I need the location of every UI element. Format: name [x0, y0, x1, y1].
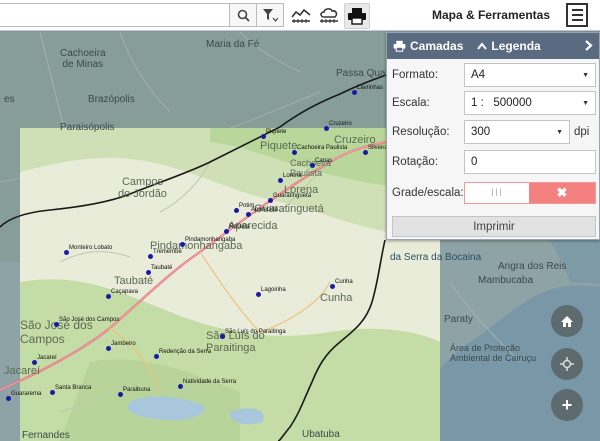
city-label: Guaratinguetá — [273, 193, 312, 199]
print-icon — [348, 8, 366, 25]
dropdown-caret-icon: ▼ — [556, 129, 563, 136]
grid-toggle-off[interactable]: ✖ — [529, 183, 595, 203]
app-title: Mapa & Ferramentas — [431, 8, 550, 22]
map-label-taubate-big: Taubaté — [114, 275, 154, 287]
map-label-cachoeira-de-minas: Cachoeira de Minas — [60, 48, 106, 70]
city-label: Paraibuna — [123, 387, 151, 393]
scale-label: Escala: — [392, 97, 430, 109]
city-label: Lagoinha — [261, 287, 286, 293]
city-label: Pindamonhangaba — [185, 237, 236, 243]
chevron-up-icon — [477, 42, 488, 50]
city-label: Cachoeira Paulista — [297, 145, 348, 151]
map-label-serra-bocaina: da Serra da Bocaina — [390, 252, 482, 263]
print-panel-header: Camadas Legenda — [387, 33, 599, 59]
cloud-measure-button[interactable] — [318, 3, 340, 29]
map-label-jacarei-big: Jacareí — [4, 365, 41, 377]
map-label-maria-da-fe: Maria da Fé — [206, 39, 260, 50]
grid-toggle-handle[interactable]: III — [465, 183, 529, 203]
resolution-row: Resolução: 300 ▼ dpi — [392, 120, 596, 144]
search-input[interactable] — [0, 3, 230, 27]
city-label: Jambeiro — [111, 341, 136, 347]
map-label-brazopolis: Brazópolis — [88, 94, 135, 105]
format-select[interactable]: A4 ▼ — [464, 63, 596, 87]
city-label: Roseira — [229, 224, 250, 230]
city-label: Lavrinhas — [357, 85, 384, 91]
search-icon — [237, 9, 250, 22]
print-tool-button[interactable] — [344, 3, 370, 29]
city-label: Jacareí — [37, 355, 57, 361]
grid-label: Grade/escala: — [392, 187, 464, 199]
tab-layers-label: Camadas — [410, 39, 464, 53]
map-label-es: es — [4, 94, 15, 105]
map-label-cunha-big: Cunha — [320, 292, 353, 304]
city-label: Cunha — [335, 279, 353, 285]
resolution-value: 300 — [471, 126, 491, 138]
city-label: Lorena — [283, 173, 302, 179]
rotation-row: Rotação: 0 — [392, 150, 596, 174]
home-icon — [561, 315, 573, 327]
cloud-measure-icon — [320, 8, 338, 23]
filter-button[interactable] — [256, 3, 284, 27]
profile-chart-button[interactable] — [290, 3, 312, 29]
locate-button[interactable] — [551, 348, 583, 380]
map-label-paraisopolis: Paraisópolis — [60, 122, 115, 133]
resolution-unit: dpi — [574, 126, 590, 138]
city-label: Taubaté — [151, 265, 173, 271]
print-button[interactable]: Imprimir — [392, 216, 596, 237]
top-toolbar: Mapa & Ferramentas — [0, 0, 600, 31]
rotation-label: Rotação: — [392, 156, 439, 168]
profile-chart-icon — [291, 8, 311, 23]
grid-row: Grade/escala: III ✖ — [392, 181, 596, 205]
format-label: Formato: — [392, 69, 439, 81]
home-button[interactable] — [551, 305, 583, 337]
grid-toggle[interactable]: III ✖ — [464, 182, 596, 204]
scale-select[interactable]: 1 : 500000 ▼ — [464, 91, 596, 115]
city-label: Piquete — [266, 129, 287, 135]
city-label: São José dos Campos — [59, 317, 120, 323]
zoom-in-button[interactable]: + — [551, 389, 583, 421]
city-label: Canas — [315, 158, 333, 164]
locate-icon — [560, 357, 574, 371]
map-label-angra: Angra dos Reis — [498, 261, 567, 272]
dropdown-caret-icon: ▼ — [582, 100, 589, 107]
city-label: São Luís do Paraitinga — [225, 329, 286, 335]
search-button[interactable] — [229, 3, 257, 27]
scale-row: Escala: 1 : 500000 ▼ — [392, 91, 596, 115]
filter-dropdown-icon — [263, 9, 278, 22]
map-label-area-protecao: Área de Proteção Ambiental de Cairuçu — [450, 343, 537, 363]
city-label: Santa Branca — [55, 385, 92, 391]
city-label: Tremembé — [153, 249, 182, 255]
resolution-label: Resolução: — [392, 126, 450, 138]
map-label-mambucaba: Mambucaba — [478, 275, 534, 286]
tab-legend[interactable]: Legenda — [477, 39, 541, 53]
map-label-ubatuba: Ubatuba — [302, 429, 340, 440]
map-label-fernandes: Fernandes — [22, 430, 70, 441]
city-label: Natividade da Serra — [183, 379, 237, 385]
dropdown-caret-icon: ▼ — [582, 72, 589, 79]
city-label: Aparecida — [251, 207, 279, 213]
panel-next-button[interactable] — [585, 39, 593, 54]
rotation-input[interactable]: 0 — [464, 150, 596, 174]
map-label-paraty: Paraty — [444, 314, 473, 325]
chevron-right-icon — [585, 39, 593, 51]
city-label: Redenção da Serra — [159, 349, 212, 355]
menu-button[interactable] — [566, 3, 588, 27]
city-label: Cruzeiro — [329, 121, 352, 127]
scale-value: 1 : 500000 — [471, 97, 532, 109]
city-label: Monteiro Lobato — [69, 245, 113, 251]
menu-icon — [571, 9, 583, 11]
tab-layers[interactable]: Camadas — [393, 39, 463, 53]
city-label: Guararema — [11, 391, 42, 397]
format-row: Formato: A4 ▼ — [392, 63, 596, 87]
rotation-value: 0 — [471, 156, 478, 168]
print-panel: Camadas Legenda Formato: A4 ▼ Escala: 1 … — [386, 32, 600, 240]
city-label: Caçapava — [111, 289, 139, 295]
resolution-select[interactable]: 300 ▼ — [464, 120, 570, 144]
print-icon — [393, 40, 406, 52]
format-value: A4 — [471, 69, 486, 81]
map-label-campos-do-jordao: Campos do Jordão — [118, 176, 167, 200]
tab-legend-label: Legenda — [491, 39, 541, 53]
